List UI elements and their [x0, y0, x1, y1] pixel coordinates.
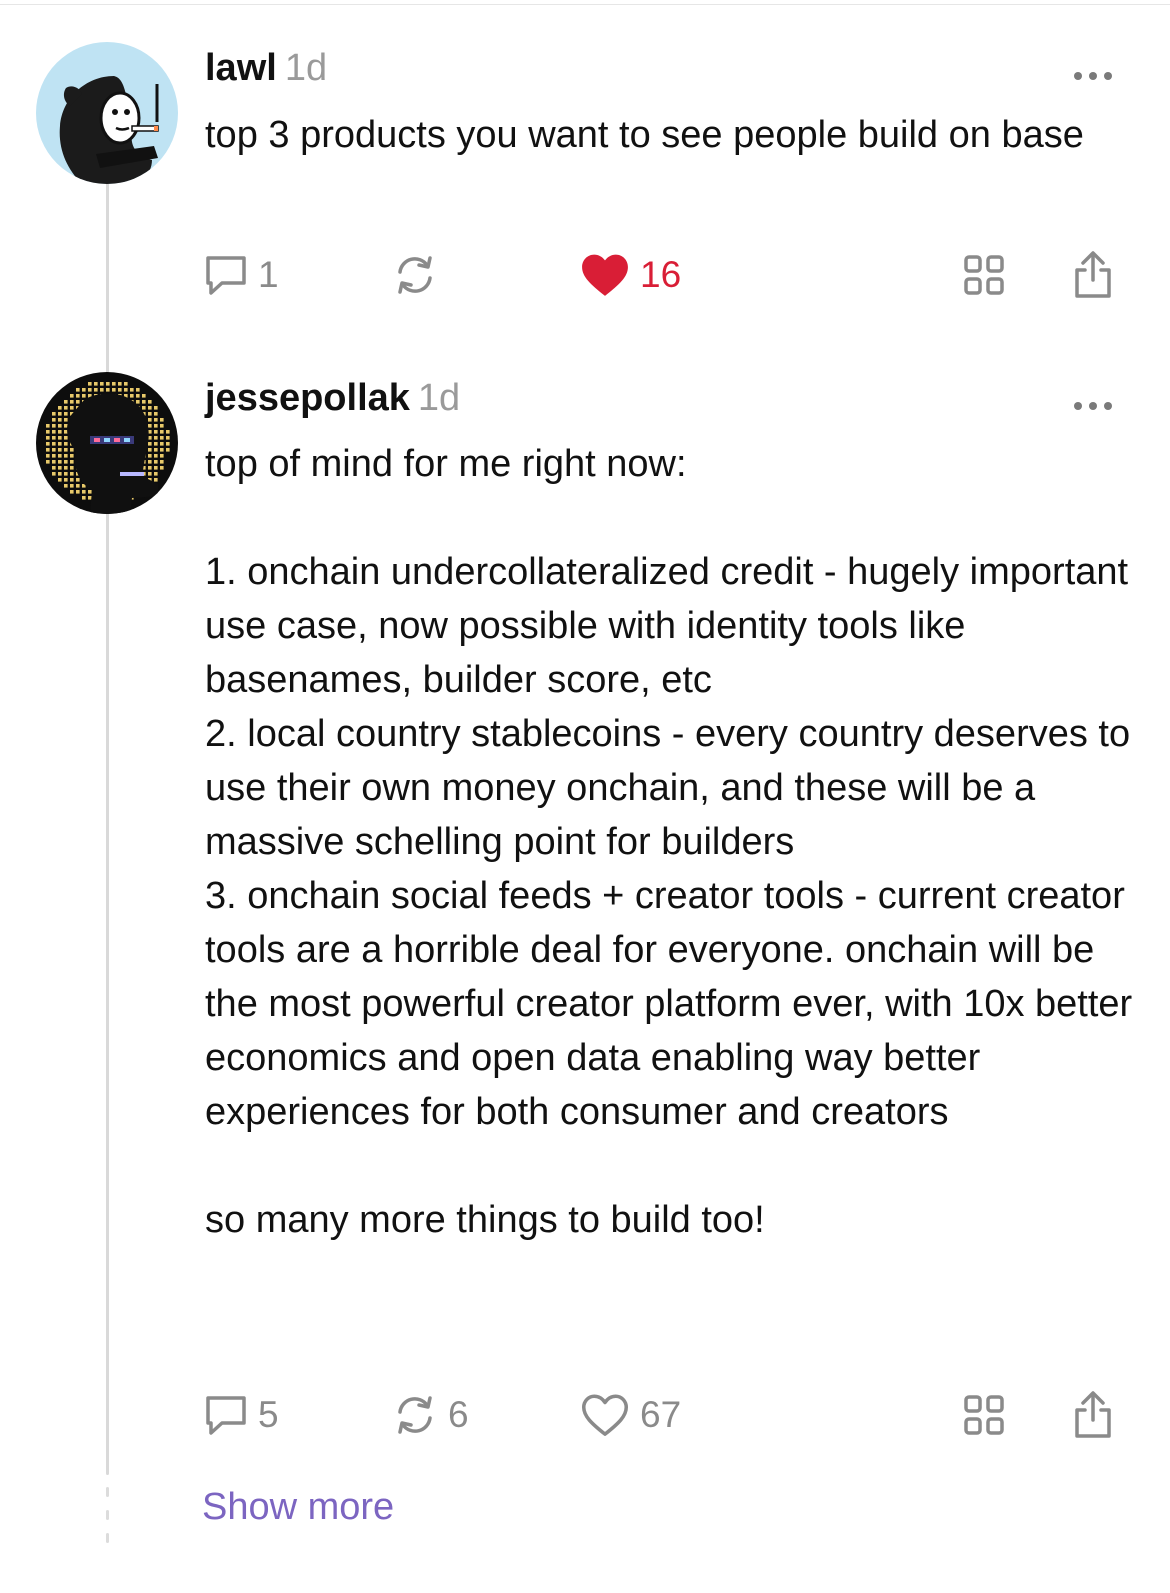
- more-dot-icon: [1104, 72, 1112, 80]
- post-text: top 3 products you want to see people bu…: [205, 114, 1084, 156]
- heart-filled-icon: [582, 254, 628, 296]
- username[interactable]: lawl: [205, 47, 277, 89]
- grid-view-button[interactable]: [962, 248, 1006, 302]
- thread-dash: [106, 1510, 109, 1520]
- more-dot-icon: [1089, 402, 1097, 410]
- heart-outline-icon: [581, 1394, 629, 1436]
- like-count: 16: [640, 254, 682, 295]
- share-button[interactable]: [1072, 248, 1114, 302]
- grid-icon: [964, 255, 1004, 295]
- thread-dash: [106, 1487, 109, 1497]
- post-text: top of mind for me right now: 1. onchain…: [205, 443, 1133, 1241]
- reply-icon: [206, 256, 246, 295]
- grid-view-button[interactable]: [962, 1388, 1006, 1442]
- user-avatar[interactable]: [36, 372, 178, 514]
- reply-count: 1: [258, 254, 279, 295]
- timestamp: 1d: [417, 377, 461, 419]
- recast-button[interactable]: 6: [392, 1388, 469, 1442]
- more-dot-icon: [1074, 402, 1082, 410]
- user-avatar[interactable]: [36, 42, 178, 184]
- username[interactable]: jessepollak: [205, 377, 410, 419]
- grid-icon: [964, 1395, 1004, 1435]
- smoking-hooded-figure-avatar-icon: [36, 42, 178, 184]
- reply-count: 5: [258, 1394, 279, 1435]
- reply-icon: [206, 1396, 246, 1435]
- recast-icon: [398, 256, 432, 294]
- like-count: 67: [640, 1394, 682, 1435]
- recast-icon: [398, 1396, 432, 1434]
- more-options-button[interactable]: [1072, 400, 1114, 412]
- post-header: lawl 1d: [205, 43, 327, 93]
- more-dot-icon: [1074, 72, 1082, 80]
- share-icon: [1075, 251, 1111, 298]
- pixel-art-avatar-icon: [36, 372, 178, 514]
- thread-dash: [106, 1533, 109, 1543]
- more-options-button[interactable]: [1072, 70, 1114, 82]
- top-divider: [0, 4, 1170, 5]
- reply-button[interactable]: 1: [204, 248, 279, 302]
- more-dot-icon: [1104, 402, 1112, 410]
- timestamp: 1d: [284, 47, 328, 89]
- like-button[interactable]: 67: [580, 1388, 681, 1442]
- post-header: jessepollak 1d: [205, 373, 460, 423]
- recast-count: 6: [448, 1394, 469, 1435]
- show-more-link[interactable]: Show more: [202, 1486, 394, 1529]
- like-button[interactable]: 16: [580, 248, 681, 302]
- more-dot-icon: [1089, 72, 1097, 80]
- share-button[interactable]: [1072, 1388, 1114, 1442]
- reply-button[interactable]: 5: [204, 1388, 279, 1442]
- recast-button[interactable]: [392, 248, 448, 302]
- share-icon: [1075, 1391, 1111, 1438]
